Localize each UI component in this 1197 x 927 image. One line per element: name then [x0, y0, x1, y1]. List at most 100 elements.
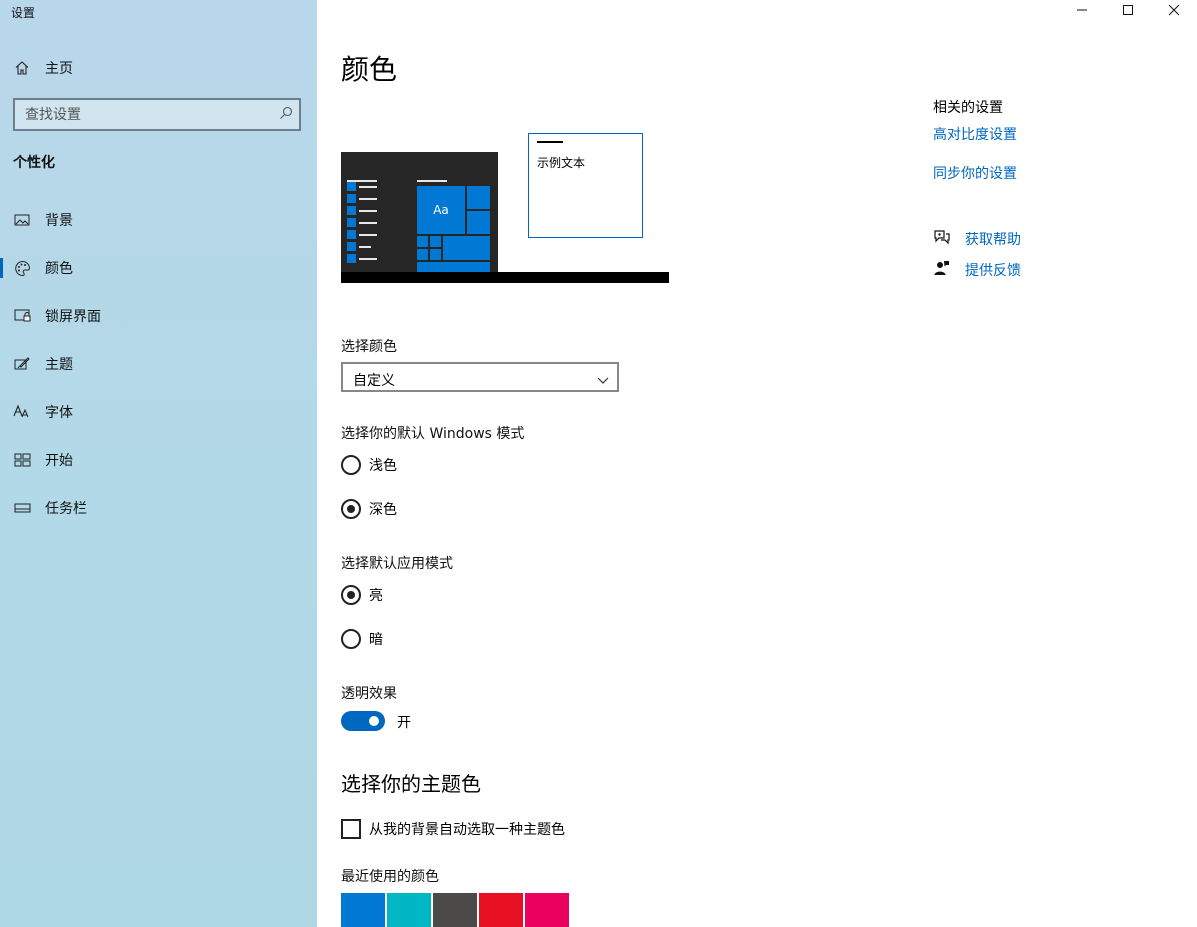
preview-sample-text: 示例文本 — [537, 156, 586, 170]
preview-text-line — [417, 180, 447, 182]
sidebar-item-themes[interactable]: 主题 — [0, 346, 317, 382]
radio-circle — [341, 629, 361, 649]
minimize-icon — [1076, 4, 1088, 20]
get-help-link: 获取帮助 — [965, 232, 1021, 248]
color-preview: Aa 示例文本 — [341, 132, 671, 287]
nav-home-label: 主页 — [45, 61, 73, 77]
sidebar: 设置 主页 个性化 背景 颜色 锁屏界面 主题 — [0, 0, 317, 927]
start-icon — [13, 451, 31, 469]
minimize-button[interactable] — [1059, 0, 1105, 24]
choose-color-value: 自定义 — [353, 373, 395, 389]
color-swatch[interactable] — [387, 893, 431, 927]
preview-start-menu: Aa — [341, 152, 498, 277]
get-help-row[interactable]: 获取帮助 — [933, 229, 1021, 249]
taskbar-icon — [13, 499, 31, 517]
sidebar-item-start[interactable]: 开始 — [0, 442, 317, 478]
search-box — [13, 98, 301, 131]
maximize-button[interactable] — [1105, 0, 1151, 24]
choose-color-select[interactable]: 自定义 — [341, 362, 619, 392]
windows-mode-label: 选择你的默认 Windows 模式 — [341, 426, 525, 442]
preview-sample-window: 示例文本 — [528, 133, 643, 238]
sidebar-item-background[interactable]: 背景 — [0, 202, 317, 238]
preview-sample-line — [537, 141, 563, 143]
color-swatch[interactable] — [341, 893, 385, 927]
active-indicator — [0, 258, 3, 278]
recent-colors-label: 最近使用的颜色 — [341, 869, 439, 885]
app-mode-light-radio[interactable]: 亮 — [341, 583, 383, 607]
page-title: 颜色 — [341, 53, 398, 86]
sidebar-item-colors[interactable]: 颜色 — [0, 250, 317, 286]
preview-text-line — [359, 186, 377, 188]
windows-mode-dark-radio[interactable]: 深色 — [341, 497, 397, 521]
preview-text-line — [359, 210, 377, 212]
radio-circle-selected — [341, 499, 361, 519]
radio-label: 暗 — [369, 632, 383, 648]
preview-app-icon — [347, 206, 356, 215]
search-icon[interactable] — [279, 106, 293, 124]
preview-text-line — [359, 258, 377, 260]
color-swatch[interactable] — [433, 893, 477, 927]
sidebar-item-label: 颜色 — [45, 261, 73, 277]
preview-tile — [467, 186, 490, 209]
checkbox-label: 从我的背景自动选取一种主题色 — [369, 822, 565, 838]
auto-accent-checkbox[interactable]: 从我的背景自动选取一种主题色 — [341, 818, 565, 840]
home-icon — [13, 59, 31, 77]
preview-tile — [417, 249, 428, 260]
nav-home[interactable]: 主页 — [0, 52, 317, 84]
radio-label: 浅色 — [369, 458, 397, 474]
color-swatch[interactable] — [479, 893, 523, 927]
feedback-row[interactable]: 提供反馈 — [933, 260, 1021, 280]
preview-text-line — [359, 222, 377, 224]
preview-tile — [417, 236, 428, 247]
preview-tile — [443, 236, 490, 260]
maximize-icon — [1122, 4, 1134, 20]
radio-circle — [341, 455, 361, 475]
preview-app-icon — [347, 254, 356, 263]
transparency-label: 透明效果 — [341, 686, 397, 702]
related-settings-heading: 相关的设置 — [933, 100, 1003, 116]
checkbox-box — [341, 819, 361, 839]
preview-tile — [467, 211, 490, 234]
preview-text-line — [359, 234, 377, 236]
choose-color-label: 选择颜色 — [341, 339, 397, 355]
palette-icon — [13, 259, 31, 277]
preview-tile: Aa — [417, 186, 465, 234]
close-icon — [1168, 4, 1180, 20]
feedback-link: 提供反馈 — [965, 263, 1021, 279]
sidebar-item-label: 背景 — [45, 213, 73, 229]
radio-circle-selected — [341, 585, 361, 605]
sidebar-item-label: 字体 — [45, 405, 73, 421]
close-button[interactable] — [1151, 0, 1197, 24]
sidebar-item-label: 开始 — [45, 453, 73, 469]
windows-mode-light-radio[interactable]: 浅色 — [341, 453, 397, 477]
preview-taskbar — [341, 272, 669, 283]
sidebar-item-taskbar[interactable]: 任务栏 — [0, 490, 317, 526]
transparency-toggle[interactable] — [341, 711, 385, 731]
preview-app-icon — [347, 218, 356, 227]
preview-text-line — [347, 180, 377, 182]
preview-app-icon — [347, 194, 356, 203]
sync-settings-link[interactable]: 同步你的设置 — [933, 163, 1017, 183]
lock-screen-icon — [13, 307, 31, 325]
chevron-down-icon — [597, 373, 609, 389]
sidebar-item-lock-screen[interactable]: 锁屏界面 — [0, 298, 317, 334]
app-mode-dark-radio[interactable]: 暗 — [341, 627, 383, 651]
app-title: 设置 — [11, 6, 36, 20]
sidebar-item-label: 主题 — [45, 357, 73, 373]
help-chat-icon — [933, 229, 951, 249]
sidebar-item-label: 任务栏 — [45, 501, 87, 517]
sidebar-item-label: 锁屏界面 — [45, 309, 101, 325]
sidebar-item-fonts[interactable]: 字体 — [0, 394, 317, 430]
search-input[interactable] — [15, 100, 275, 129]
preview-app-icon — [347, 230, 356, 239]
preview-tile — [430, 236, 441, 247]
preview-tile — [417, 262, 490, 272]
app-mode-label: 选择默认应用模式 — [341, 556, 453, 572]
radio-label: 亮 — [369, 588, 383, 604]
high-contrast-link[interactable]: 高对比度设置 — [933, 124, 1017, 144]
color-swatch[interactable] — [525, 893, 569, 927]
recent-colors — [341, 893, 571, 927]
preview-tile — [430, 249, 441, 260]
transparency-state: 开 — [397, 715, 411, 731]
radio-label: 深色 — [369, 502, 397, 518]
